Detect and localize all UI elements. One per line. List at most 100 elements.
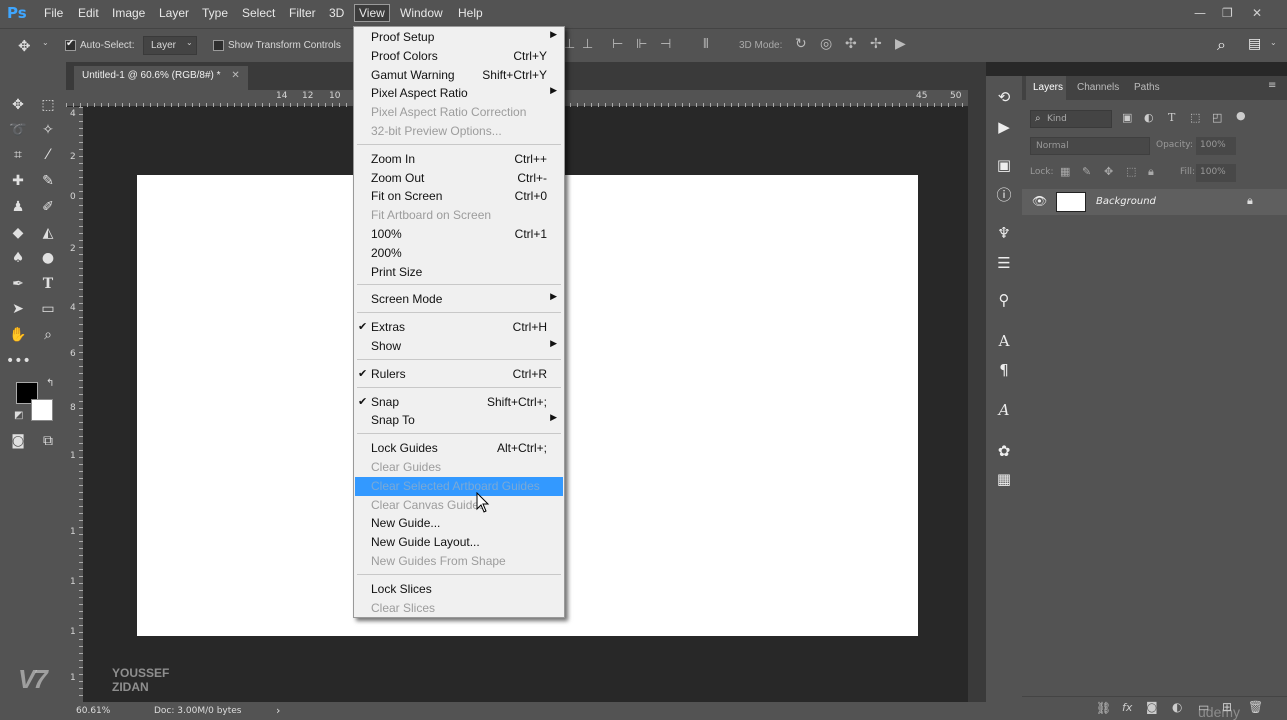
eye-icon[interactable]: 👁︎ [1032, 194, 1047, 208]
history-brush-icon[interactable]: ✐ [36, 196, 60, 218]
more-tools-icon[interactable]: ••• [6, 350, 31, 372]
magic-wand-icon[interactable]: ✧ [36, 119, 60, 141]
close-icon[interactable]: ✕ [1252, 6, 1262, 20]
libraries-icon[interactable]: ▣ [994, 156, 1014, 174]
clone-source-icon[interactable]: ⚲ [994, 291, 1014, 309]
menu-item-new-guide-layout[interactable]: New Guide Layout... [355, 533, 563, 552]
vertical-scrollbar[interactable] [968, 90, 986, 702]
3d-drag-icon[interactable]: ✣ [845, 36, 857, 52]
menu-item-lock-slices[interactable]: Lock Slices [355, 580, 563, 599]
align-right-icon[interactable]: ⊣ [660, 37, 671, 52]
menu-item-proof-colors[interactable]: Proof Colors Ctrl+Y [355, 47, 563, 66]
menu-item-gamut-warning[interactable]: Gamut Warning Shift+Ctrl+Y [355, 66, 563, 85]
filter-type-icon[interactable]: T [1168, 111, 1175, 124]
menu-item-print-size[interactable]: Print Size [355, 263, 563, 282]
lock-all-icon[interactable]: 🔒︎ [1148, 165, 1154, 179]
menu-item-rulers[interactable]: ✔ Rulers Ctrl+R [355, 365, 563, 384]
tab-paths[interactable]: Paths [1134, 82, 1160, 93]
pen-tool-icon[interactable]: ✒ [6, 273, 30, 295]
distribute-icon[interactable]: ⦀ [703, 37, 709, 52]
close-tab-icon[interactable]: ✕ [231, 70, 239, 81]
glyphs-icon[interactable]: A [994, 401, 1014, 419]
menu-item-proof-setup[interactable]: Proof Setup ▶ [355, 28, 563, 47]
filter-shape-icon[interactable]: ⬚ [1190, 111, 1200, 124]
3d-slide-icon[interactable]: ✢ [870, 36, 882, 52]
eyedropper-icon[interactable]: ⁄ [36, 144, 60, 166]
vertical-ruler[interactable]: 4 2 0 2 4 6 8 1 1 1 1 1 [66, 107, 83, 702]
menu-edit[interactable]: Edit [78, 6, 99, 20]
menu-item-snap-to[interactable]: Snap To ▶ [355, 411, 563, 430]
minimize-icon[interactable]: — [1194, 6, 1206, 20]
actions-play-icon[interactable]: ▶ [994, 118, 1014, 136]
zoom-tool-icon[interactable]: ⌕ [36, 324, 60, 346]
menu-view[interactable]: View [354, 4, 390, 22]
menu-select[interactable]: Select [242, 6, 275, 20]
menu-file[interactable]: File [44, 6, 63, 20]
grid-icon[interactable]: ▦ [994, 470, 1014, 488]
auto-select-dropdown[interactable]: Layer ⌄ [143, 36, 197, 55]
move-tool-icon[interactable]: ✥ [6, 94, 30, 116]
adjustment-layer-icon[interactable]: ◐ [1172, 700, 1182, 714]
align-bottom-icon[interactable]: ⊥ [582, 37, 593, 52]
menu-item-new-guide[interactable]: New Guide... [355, 514, 563, 533]
tab-layers[interactable]: Layers [1033, 82, 1063, 93]
menu-type[interactable]: Type [202, 6, 228, 20]
chevron-down-icon[interactable]: ⌄ [42, 38, 49, 47]
menu-item-100[interactable]: 100% Ctrl+1 [355, 225, 563, 244]
auto-select-checkbox[interactable] [65, 38, 76, 51]
swap-colors-icon[interactable]: ↰ [46, 378, 54, 389]
filter-adjustment-icon[interactable]: ◐ [1144, 111, 1154, 124]
lasso-tool-icon[interactable]: ➰ [6, 119, 30, 141]
filter-smart-object-icon[interactable]: ◰ [1212, 111, 1222, 124]
menu-filter[interactable]: Filter [289, 6, 316, 20]
opacity-field[interactable]: 100% [1196, 137, 1236, 155]
hand-tool-icon[interactable]: ✋ [6, 324, 30, 346]
align-icon[interactable]: ⊥ [564, 37, 575, 52]
background-color-swatch[interactable] [31, 399, 53, 421]
eraser-tool-icon[interactable]: ◆ [6, 222, 30, 244]
lock-pixels-icon[interactable]: ✎ [1082, 165, 1091, 178]
fill-field[interactable]: 100% [1196, 164, 1236, 182]
menu-item-200[interactable]: 200% [355, 244, 563, 263]
zoom-level[interactable]: 60.61% [76, 706, 110, 716]
default-colors-icon[interactable]: ◩ [14, 410, 23, 421]
lock-artboard-icon[interactable]: ⬚ [1126, 165, 1136, 178]
menu-item-extras[interactable]: ✔ Extras Ctrl+H [355, 318, 563, 337]
panel-menu-icon[interactable]: ≡ [1268, 80, 1276, 91]
menu-layer[interactable]: Layer [159, 6, 189, 20]
link-layers-icon[interactable]: ⛓ [1096, 701, 1111, 715]
add-mask-icon[interactable]: ◙ [1146, 700, 1158, 714]
menu-item-fit-on-screen[interactable]: Fit on Screen Ctrl+0 [355, 187, 563, 206]
filter-kind-dropdown[interactable]: ⌕ Kind [1030, 110, 1112, 128]
paint-bucket-icon[interactable]: ◭ [36, 222, 60, 244]
chevron-down-icon[interactable]: ⌄ [1270, 38, 1277, 47]
menu-image[interactable]: Image [112, 6, 145, 20]
info-icon[interactable]: ⓘ [994, 184, 1014, 205]
type-tool-icon[interactable]: T [36, 273, 60, 295]
rectangle-tool-icon[interactable]: ▭ [36, 298, 60, 320]
paragraph-icon[interactable]: ¶ [994, 361, 1014, 379]
quick-mask-icon[interactable]: ◙ [6, 430, 30, 452]
clone-stamp-icon[interactable]: ♟ [6, 196, 30, 218]
tab-channels[interactable]: Channels [1077, 82, 1119, 93]
layer-row[interactable]: 👁︎ Background 🔒︎ [1022, 189, 1287, 215]
menu-item-show[interactable]: Show ▶ [355, 337, 563, 356]
search-icon[interactable]: ⌕ [1217, 35, 1226, 55]
brush-tool-icon[interactable]: ✎ [36, 170, 60, 192]
path-selection-icon[interactable]: ➤ [6, 298, 30, 320]
filter-pixel-icon[interactable]: ▣ [1122, 111, 1132, 124]
trash-icon[interactable]: 🗑︎ [1248, 700, 1263, 714]
align-left-icon[interactable]: ⊢ [612, 37, 623, 52]
blur-tool-icon[interactable]: ♠ [6, 247, 30, 269]
3d-scale-icon[interactable]: ▶ [895, 36, 906, 52]
adjustments-icon[interactable]: ☰ [994, 254, 1014, 272]
menu-item-lock-guides[interactable]: Lock Guides Alt+Ctrl+; [355, 439, 563, 458]
menu-window[interactable]: Window [400, 6, 443, 20]
marquee-tool-icon[interactable]: ⬚ [36, 94, 60, 116]
fx-icon[interactable]: fx [1122, 701, 1132, 714]
show-transform-checkbox[interactable] [213, 40, 224, 51]
dodge-tool-icon[interactable]: ● [36, 247, 60, 269]
document-tab[interactable]: Untitled-1 @ 60.6% (RGB/8#) * ✕ [74, 66, 248, 90]
chevron-right-icon[interactable]: › [276, 704, 280, 717]
menu-item-zoom-in[interactable]: Zoom In Ctrl++ [355, 150, 563, 169]
